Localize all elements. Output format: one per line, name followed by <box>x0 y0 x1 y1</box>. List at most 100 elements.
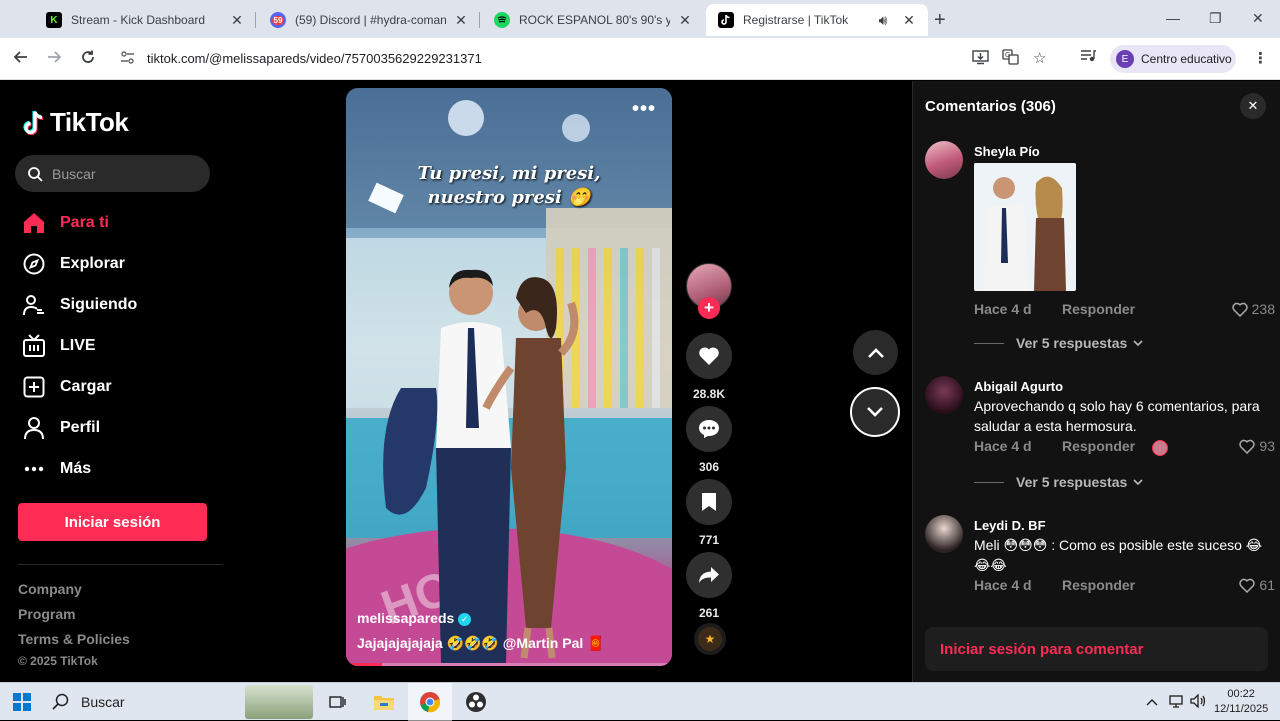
video-more-options-icon[interactable]: ••• <box>632 98 656 121</box>
comment-bubble-icon[interactable] <box>686 406 732 452</box>
sticker-picture <box>974 163 1076 291</box>
commenter-avatar[interactable] <box>925 515 963 553</box>
nav-explorar[interactable]: Explorar <box>22 243 137 284</box>
comment-time: Hace 4 d <box>974 577 1032 593</box>
nav-label: Cargar <box>60 377 112 395</box>
comment-action[interactable]: 306 <box>686 406 732 474</box>
footer-link-company[interactable]: Company <box>18 581 82 597</box>
nav-label: LIVE <box>60 336 96 354</box>
install-app-icon[interactable] <box>972 49 989 69</box>
reply-button[interactable]: Responder <box>1062 301 1135 317</box>
video-author[interactable]: melissapareds ✓ <box>357 610 472 626</box>
save-action[interactable]: 771 <box>686 479 732 547</box>
tiktok-logo[interactable]: TikTok <box>22 107 129 138</box>
file-explorer-icon[interactable] <box>372 690 396 714</box>
network-icon[interactable] <box>1168 694 1184 711</box>
new-tab-button[interactable]: + <box>934 9 946 32</box>
follow-plus-icon[interactable]: + <box>698 297 720 319</box>
nav-cargar[interactable]: Cargar <box>22 366 137 407</box>
back-button[interactable] <box>13 49 29 70</box>
speaker-icon[interactable]: 🔊︎ <box>874 12 892 29</box>
chrome-icon[interactable] <box>418 690 442 714</box>
like-action[interactable]: 28.8K <box>686 333 732 401</box>
nav-perfil[interactable]: Perfil <box>22 407 137 448</box>
volume-icon[interactable] <box>1190 693 1207 711</box>
more-icon <box>22 457 46 481</box>
restore-button[interactable]: ❐ <box>1209 10 1222 27</box>
sidebar-nav: Para ti Explorar Siguiendo LIVE Cargar P… <box>22 202 137 489</box>
commenter-name[interactable]: Sheyla Pío <box>974 144 1040 159</box>
verified-badge-icon: ✓ <box>458 612 472 626</box>
commenter-avatar[interactable] <box>925 376 963 414</box>
media-control-icon[interactable] <box>1080 49 1097 67</box>
view-replies-button[interactable]: Ver 5 respuestas <box>974 335 1143 351</box>
following-icon <box>22 293 46 317</box>
profile-chip[interactable]: E Centro educativo <box>1110 45 1236 73</box>
menu-kebab-icon[interactable]: ⋮ <box>1253 49 1268 67</box>
footer-link-program[interactable]: Program <box>18 606 76 622</box>
search-box[interactable] <box>15 155 210 192</box>
comment-item: Abigail Agurto Aprovechando q solo hay 6… <box>925 376 1275 456</box>
tab-kick[interactable]: K Stream - Kick Dashboard ✕ <box>34 4 256 36</box>
commenter-name[interactable]: Abigail Agurto <box>974 379 1063 394</box>
comments-title: Comentarios (306) <box>925 98 1056 115</box>
share-arrow-icon[interactable] <box>686 552 732 598</box>
minimize-button[interactable]: — <box>1166 10 1180 26</box>
login-to-comment-button[interactable]: Iniciar sesión para comentar <box>925 627 1268 671</box>
commenter-avatar[interactable] <box>925 141 963 179</box>
clock[interactable]: 00:22 12/11/2025 <box>1214 687 1268 717</box>
close-tab-icon[interactable]: ✕ <box>228 12 246 29</box>
comment-text: Aprovechando q solo hay 6 comentarios, p… <box>974 398 1260 434</box>
home-icon <box>22 211 46 235</box>
comment-like-button[interactable]: 61 <box>1239 577 1275 593</box>
previous-video-button[interactable] <box>853 330 898 375</box>
site-info-icon[interactable] <box>120 50 135 68</box>
translate-icon[interactable]: G <box>1002 49 1019 69</box>
reply-button[interactable]: Responder <box>1062 577 1135 593</box>
comment-like-button[interactable]: 93 <box>1239 438 1275 454</box>
obs-icon[interactable] <box>464 690 488 714</box>
forward-button[interactable] <box>46 49 62 70</box>
video-player[interactable]: HOB ••• Tu presi, mi presi, nuestro pres… <box>346 88 672 666</box>
creator-liked-avatar <box>1152 440 1168 456</box>
taskbar-search[interactable] <box>52 693 221 710</box>
reload-button[interactable] <box>80 49 96 70</box>
like-count: 28.8K <box>692 387 726 401</box>
windows-start-icon[interactable] <box>13 693 31 711</box>
video-progress-bar[interactable] <box>346 663 672 666</box>
nav-live[interactable]: LIVE <box>22 325 137 366</box>
bookmark-star-icon[interactable]: ☆ <box>1033 49 1046 67</box>
show-hidden-icons-chevron-icon[interactable] <box>1146 694 1158 709</box>
close-tab-icon[interactable]: ✕ <box>452 12 470 29</box>
bookmark-icon[interactable] <box>686 479 732 525</box>
task-view-icon[interactable] <box>325 690 349 714</box>
nav-siguiendo[interactable]: Siguiendo <box>22 284 137 325</box>
close-tab-icon[interactable]: ✕ <box>676 12 694 29</box>
search-input[interactable] <box>52 165 202 182</box>
url-text[interactable]: tiktok.com/@melissapareds/video/75700356… <box>147 51 482 66</box>
view-replies-button[interactable]: Ver 5 respuestas <box>974 474 1143 490</box>
search-highlight-image[interactable] <box>245 685 313 719</box>
next-video-button[interactable] <box>850 387 900 437</box>
tab-spotify[interactable]: ROCK ESPANOL 80's 90's y más ✕ <box>482 4 704 36</box>
commenter-name[interactable]: Leydi D. BF <box>974 518 1046 533</box>
comment-sticker-image[interactable] <box>974 163 1076 291</box>
tab-discord[interactable]: 59 (59) Discord | #hydra-comandos ✕ <box>258 4 480 36</box>
share-action[interactable]: 261 <box>686 552 732 620</box>
close-comments-icon[interactable]: ✕ <box>1240 93 1266 119</box>
heart-icon[interactable] <box>686 333 732 379</box>
close-window-button[interactable]: ✕ <box>1252 10 1264 27</box>
footer-link-terms[interactable]: Terms & Policies <box>18 631 130 647</box>
comment-like-button[interactable]: 238 <box>1231 301 1275 317</box>
reply-button[interactable]: Responder <box>1062 438 1135 454</box>
kick-icon: K <box>46 12 62 28</box>
tab-title: Stream - Kick Dashboard <box>71 13 206 27</box>
music-disc-icon[interactable]: ★ <box>694 623 726 655</box>
tab-tiktok[interactable]: Registrarse | TikTok 🔊︎ ✕ <box>706 4 928 36</box>
comment-count: 306 <box>698 460 720 474</box>
nav-para-ti[interactable]: Para ti <box>22 202 137 243</box>
nav-mas[interactable]: Más <box>22 448 137 489</box>
login-button[interactable]: Iniciar sesión <box>18 503 207 541</box>
taskbar-search-input[interactable] <box>81 693 221 710</box>
close-tab-icon[interactable]: ✕ <box>900 12 918 29</box>
